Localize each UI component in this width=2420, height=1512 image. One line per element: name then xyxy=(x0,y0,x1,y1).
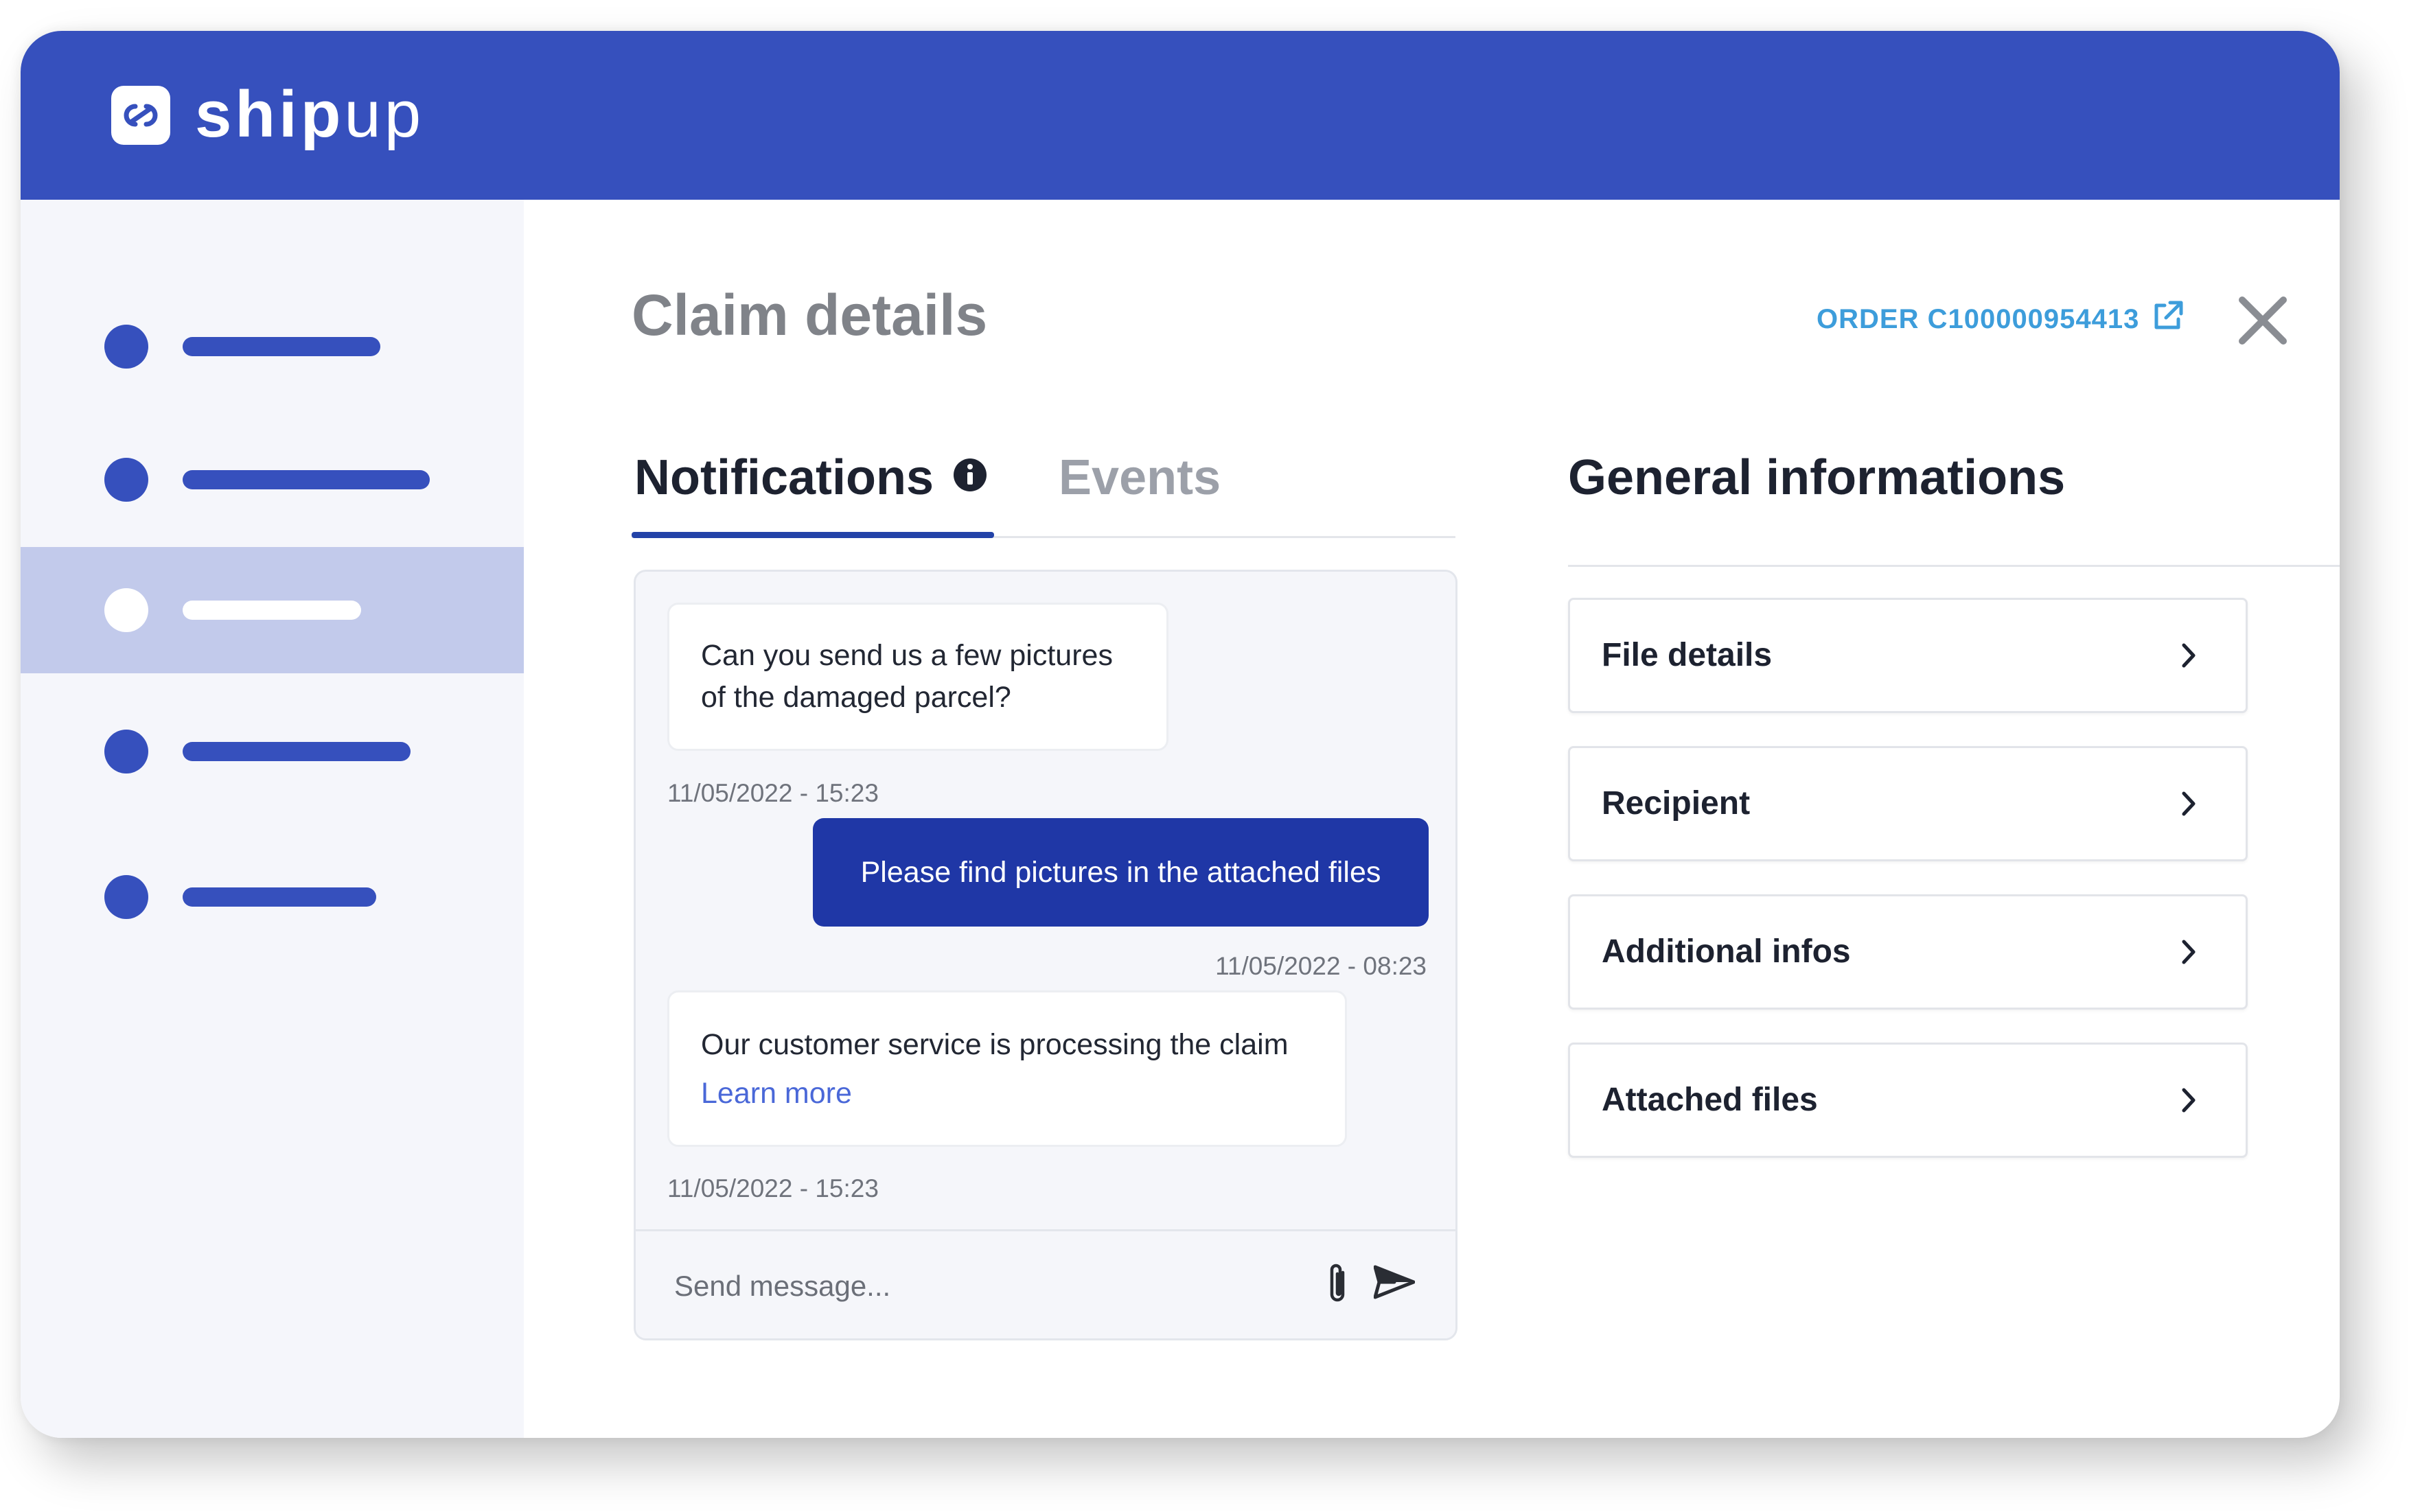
chevron-right-icon xyxy=(2180,938,2198,970)
sidebar-item-placeholder xyxy=(183,887,376,907)
chat-input-bar xyxy=(636,1229,1455,1338)
sidebar xyxy=(21,200,524,1438)
learn-more-link[interactable]: Learn more xyxy=(701,1073,1313,1115)
shipup-logo-icon xyxy=(111,86,170,145)
close-icon[interactable] xyxy=(2237,294,2289,350)
sidebar-item-3-active[interactable] xyxy=(21,547,524,673)
sidebar-item-2[interactable] xyxy=(21,417,524,543)
message-timestamp: 11/05/2022 - 15:23 xyxy=(667,779,879,807)
card-additional-infos[interactable]: Additional infos xyxy=(1568,894,2248,1010)
message-timestamp: 11/05/2022 - 15:23 xyxy=(667,1174,879,1202)
chevron-right-icon xyxy=(2180,641,2198,673)
card-file-details[interactable]: File details xyxy=(1568,598,2248,713)
message-incoming: Can you send us a few pictures of the da… xyxy=(667,603,1168,751)
active-tab-indicator xyxy=(632,532,994,538)
info-icon[interactable] xyxy=(953,458,987,496)
send-message-input[interactable] xyxy=(674,1252,1265,1321)
dot-icon xyxy=(104,588,148,632)
app-window: shipup Claim details ORDER C100000954413 xyxy=(21,31,2340,1438)
paperclip-icon[interactable] xyxy=(1322,1261,1352,1310)
dot-icon xyxy=(104,730,148,774)
sidebar-item-placeholder xyxy=(183,742,411,761)
sidebar-item-placeholder xyxy=(183,601,361,620)
general-divider xyxy=(1568,565,2340,567)
order-link[interactable]: ORDER C100000954413 xyxy=(1817,304,2139,335)
message-incoming: Our customer service is processing the c… xyxy=(667,990,1347,1147)
card-attached-files[interactable]: Attached files xyxy=(1568,1043,2248,1158)
sidebar-item-5[interactable] xyxy=(21,834,524,960)
chevron-right-icon xyxy=(2180,789,2198,822)
message-timestamp: 11/05/2022 - 08:23 xyxy=(1215,952,1427,980)
chevron-right-icon xyxy=(2180,1086,2198,1118)
card-recipient[interactable]: Recipient xyxy=(1568,746,2248,861)
app-header: shipup xyxy=(21,31,2340,200)
chat-panel: Can you send us a few pictures of the da… xyxy=(634,570,1457,1340)
tab-notifications[interactable]: Notifications xyxy=(634,450,934,506)
tab-events[interactable]: Events xyxy=(1059,450,1221,506)
dot-icon xyxy=(104,875,148,919)
sidebar-item-4[interactable] xyxy=(21,688,524,815)
page-title: Claim details xyxy=(632,283,988,347)
general-informations-title: General informations xyxy=(1568,450,2066,505)
external-link-icon[interactable] xyxy=(2151,299,2185,336)
sidebar-item-1[interactable] xyxy=(21,283,524,410)
send-icon[interactable] xyxy=(1373,1264,1416,1303)
dot-icon xyxy=(104,325,148,369)
sidebar-item-placeholder xyxy=(183,470,430,489)
dot-icon xyxy=(104,458,148,502)
sidebar-item-placeholder xyxy=(183,337,380,356)
message-outgoing: Please find pictures in the attached fil… xyxy=(813,818,1429,927)
shipup-logo: shipup xyxy=(195,78,425,151)
